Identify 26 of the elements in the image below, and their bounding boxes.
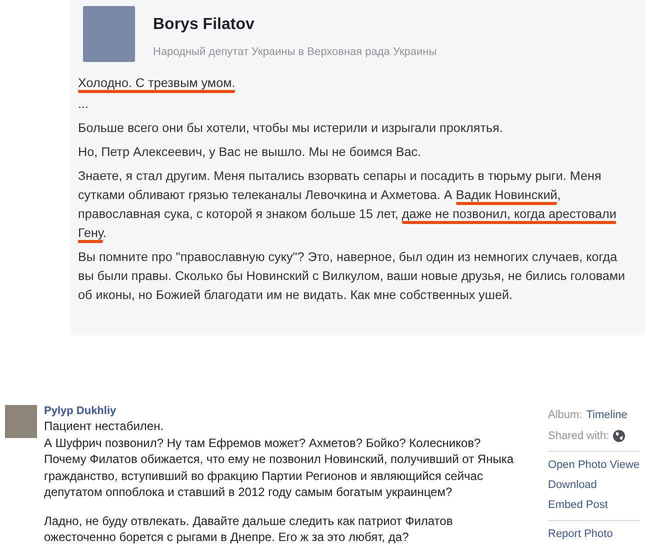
post-paragraph: Вы помните про "православную суку"? Это, наверное, был один из немногих случаев, когда вы были правы. Сколько бы Новинский с Вилкулом, ваши новые друзья, не бились головами об иконы, но Божией благодати им не видать. Как мне собственных ушей. bbox=[78, 249, 626, 304]
photo-action-link[interactable]: Report Photo bbox=[548, 524, 640, 544]
comment-text: А Шуфрич позвонил? Ну там Ефремов может? Ахметов? Бойко? Колесников? bbox=[44, 434, 482, 451]
album-label: Album: bbox=[548, 408, 582, 420]
comment-text: ожесточенно борется с рыгами в Днепре. Его ж за это любят, да? bbox=[44, 529, 410, 546]
photo-action-link[interactable]: Download bbox=[548, 475, 640, 495]
comment-text: Почему Филатов обижается, что ему не позвонил Новинский, получивший от Яныка bbox=[44, 451, 515, 468]
avatar-placeholder bbox=[83, 6, 135, 62]
avatar-placeholder bbox=[5, 405, 37, 438]
photo-action-link[interactable]: Embed Post bbox=[548, 495, 640, 515]
comment-text: гражданство, вступивший во фракцию Партии Регионов и являющийся сейчас bbox=[44, 468, 484, 484]
post-paragraph: Больше всего они бы хотели, чтобы мы истерили и изрыгали проклятья. bbox=[78, 120, 504, 137]
photo-action-link[interactable]: Open Photo Viewe bbox=[548, 455, 640, 475]
comment-text: Пациент нестабилен. bbox=[44, 418, 165, 434]
comment-text: депутатом оппоблока и ставший в 2012 году самым богатым украинцем? bbox=[44, 484, 454, 500]
author-subtitle: Народный депутат Украины в Верховная рада Украины bbox=[153, 46, 437, 58]
post-paragraph: Но, Петр Алексеевич, у Вас не вышло. Мы не боимся Вас. bbox=[78, 144, 422, 161]
globe-icon bbox=[613, 430, 626, 442]
post-paragraph: Холодно. С трезвым умом. bbox=[78, 74, 628, 93]
post-paragraph: ... bbox=[78, 96, 90, 113]
comment-text: Ладно, не буду отвлекать. Давайте дальше следить как патриот Филатов bbox=[44, 512, 454, 529]
shared-with-label: Shared with: bbox=[548, 430, 610, 442]
post-paragraph: Знаете, я стал другим. Меня пытались взорвать сепары и посадить в тюрьму рыги. Меня сутками обливают грязью телеканалы Левочкина и Ахметова. А Вадик Новинский, православная сука, с которой я знаком больше 15 лет, даже не позвонил, когда арестовали Гену. bbox=[78, 167, 628, 243]
commenter-name[interactable]: Pylyp Dukhliy bbox=[44, 404, 540, 418]
album-link[interactable]: Timeline bbox=[586, 408, 628, 420]
author-name: Borys Filatov bbox=[153, 16, 256, 34]
